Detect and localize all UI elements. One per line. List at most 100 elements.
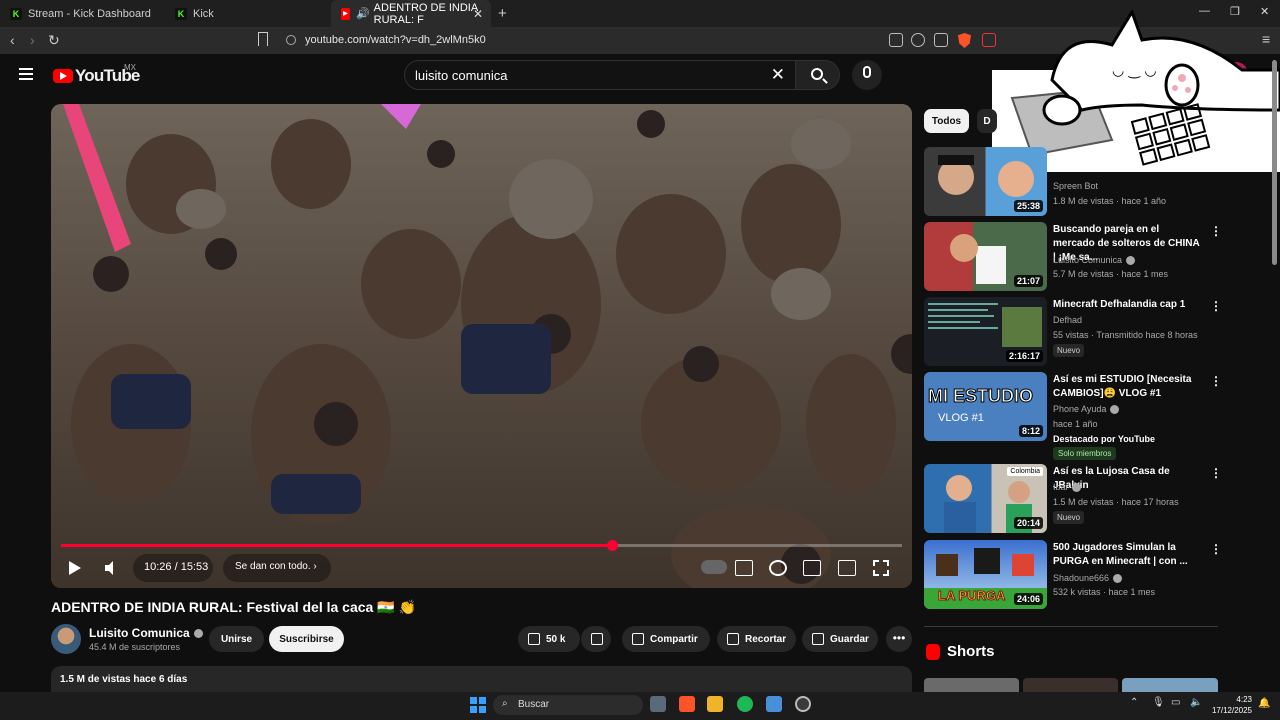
shorts-icon xyxy=(926,644,940,660)
search-input[interactable]: luisito comunica ✕ xyxy=(404,60,796,90)
tab-kick-dashboard[interactable]: K Stream - Kick Dashboard xyxy=(0,0,165,27)
verified-icon xyxy=(1113,574,1123,584)
volume-tray-icon[interactable]: 🔈 xyxy=(1190,697,1202,708)
close-icon[interactable]: ✕ xyxy=(473,7,483,21)
rec-title[interactable]: Así es mi ESTUDIO [Necesita CAMBIOS]😩 VL… xyxy=(1053,373,1203,401)
verified-icon xyxy=(1071,483,1081,493)
verified-icon xyxy=(1110,405,1120,415)
video-player[interactable]: 10:26 / 15:53 Se dan con todo. › xyxy=(51,104,912,588)
chip-todos[interactable]: Todos xyxy=(924,109,969,133)
chapter-title[interactable]: Se dan con todo. › xyxy=(235,561,317,572)
taskbar-search[interactable] xyxy=(493,695,643,715)
miniplayer-icon[interactable] xyxy=(803,560,821,576)
brave-shield-icon[interactable] xyxy=(958,33,971,48)
tab-label: Kick xyxy=(193,7,214,20)
rec-channel[interactable]: Spreen Bot xyxy=(1053,181,1098,191)
voice-search-button[interactable] xyxy=(852,60,882,90)
recommendation-thumbnail[interactable]: 21:07 xyxy=(924,222,1047,291)
subscribe-button[interactable]: Suscribirse xyxy=(269,626,344,652)
speaker-icon: 🔊 xyxy=(355,8,370,20)
task-view-icon[interactable] xyxy=(650,696,666,712)
search-button[interactable] xyxy=(796,60,840,90)
page-scrollbar[interactable] xyxy=(1272,60,1277,265)
short-thumbnail[interactable] xyxy=(924,678,1019,692)
short-thumbnail[interactable] xyxy=(1122,678,1218,692)
video-duration: 2:16:17 xyxy=(1005,350,1043,362)
recommendation-thumbnail[interactable]: MI ESTUDIO VLOG #1 8:12 xyxy=(924,372,1047,441)
share-button[interactable]: Compartir xyxy=(622,626,710,652)
clip-button[interactable]: Recortar xyxy=(717,626,796,652)
fullscreen-icon[interactable] xyxy=(873,560,891,576)
more-actions-button[interactable]: ••• xyxy=(886,626,912,652)
share-icon[interactable] xyxy=(934,33,948,47)
channel-name[interactable]: Luisito Comunica xyxy=(89,626,203,640)
rec-meta: hace 1 año xyxy=(1053,419,1098,429)
play-button[interactable] xyxy=(69,561,81,575)
channel-avatar[interactable] xyxy=(51,624,81,654)
back-button[interactable]: ‹ xyxy=(10,32,15,48)
video-duration: 8:12 xyxy=(1018,425,1043,437)
rec-title[interactable]: Minecraft Defhalandia cap 1 xyxy=(1053,298,1203,312)
menu-icon[interactable] xyxy=(19,68,33,83)
rec-title[interactable]: 500 Jugadores Simulan la PURGA en Minecr… xyxy=(1053,541,1203,569)
shorts-heading: Shorts xyxy=(947,643,995,660)
video-title: ADENTRO DE INDIA RURAL: Festival del la … xyxy=(51,599,416,615)
notification-icon[interactable]: 🔔 xyxy=(1258,698,1270,709)
save-button[interactable]: Guardar xyxy=(802,626,878,652)
network-icon[interactable]: ▭ xyxy=(1171,697,1180,708)
rec-channel[interactable]: Shadoune666 xyxy=(1053,573,1123,584)
subtitles-icon[interactable] xyxy=(735,560,753,576)
taskbar-search-placeholder[interactable]: Buscar xyxy=(518,699,549,710)
progress-scrubber[interactable] xyxy=(606,540,618,551)
more-options-icon[interactable]: ⋮ xyxy=(1210,542,1222,556)
spotify-icon[interactable] xyxy=(737,696,753,712)
tray-chevron-icon[interactable]: ⌃ xyxy=(1130,697,1138,708)
rec-channel[interactable]: Phone Ayuda xyxy=(1053,404,1120,415)
like-button[interactable]: 50 k xyxy=(518,626,580,652)
tab-kick[interactable]: K Kick xyxy=(165,0,330,27)
verified-icon xyxy=(1126,256,1136,266)
join-button[interactable]: Unirse xyxy=(209,626,264,652)
site-info-icon[interactable] xyxy=(286,35,296,45)
dislike-button[interactable] xyxy=(581,626,611,652)
url-field[interactable]: youtube.com/watch?v=dh_2wlMn5k0 xyxy=(305,34,486,46)
volume-icon[interactable] xyxy=(105,561,119,575)
forward-button[interactable]: › xyxy=(30,32,35,48)
windows-start-icon[interactable] xyxy=(470,697,486,713)
video-duration: 25:38 xyxy=(1013,200,1043,212)
more-options-icon[interactable]: ⋮ xyxy=(1210,374,1222,388)
video-duration: 24:06 xyxy=(1013,593,1043,605)
cast-icon[interactable] xyxy=(838,560,856,576)
rec-channel[interactable]: Luisito Comunica xyxy=(1053,255,1136,266)
system-clock[interactable]: 4:23 17/12/2025 xyxy=(1208,694,1252,716)
bookmark-icon[interactable] xyxy=(258,32,268,46)
photos-icon[interactable] xyxy=(766,696,782,712)
clear-search-icon[interactable]: ✕ xyxy=(771,65,785,85)
microphone-tray-icon[interactable]: 🎙 xyxy=(1152,697,1165,708)
autoplay-toggle[interactable] xyxy=(701,560,727,574)
progress-bar[interactable] xyxy=(61,540,902,551)
more-options-icon[interactable]: ⋮ xyxy=(1210,299,1222,313)
rec-channel[interactable]: Defhad xyxy=(1053,315,1082,325)
recommendation-thumbnail[interactable]: LA PURGA 24:06 xyxy=(924,540,1047,609)
recommendation-thumbnail[interactable]: 2:16:17 xyxy=(924,297,1047,366)
more-options-icon[interactable]: ⋮ xyxy=(1210,466,1222,480)
obs-icon[interactable] xyxy=(795,696,811,712)
new-tab-button[interactable]: + xyxy=(498,5,507,22)
more-options-icon[interactable]: ⋮ xyxy=(1210,224,1222,238)
rec-channel[interactable]: Ibai xyxy=(1053,482,1081,493)
microphone-icon xyxy=(863,66,871,78)
search-query[interactable]: luisito comunica xyxy=(415,68,508,83)
brave-browser-icon[interactable] xyxy=(679,696,695,712)
chip-second[interactable]: D xyxy=(977,109,997,133)
reload-button[interactable]: ↻ xyxy=(48,32,60,49)
recommendation-thumbnail[interactable]: Colombia 20:14 xyxy=(924,464,1047,533)
zoom-icon[interactable] xyxy=(911,33,925,47)
file-explorer-icon[interactable] xyxy=(707,696,723,712)
tab-youtube-video[interactable]: ▶ 🔊 ADENTRO DE INDIA RURAL: F ✕ xyxy=(331,0,491,27)
cast-icon[interactable] xyxy=(889,33,903,47)
settings-icon[interactable] xyxy=(769,560,787,576)
video-duration: 21:07 xyxy=(1013,275,1043,287)
recommendation-thumbnail[interactable]: 25:38 xyxy=(924,147,1047,216)
short-thumbnail[interactable] xyxy=(1023,678,1118,692)
